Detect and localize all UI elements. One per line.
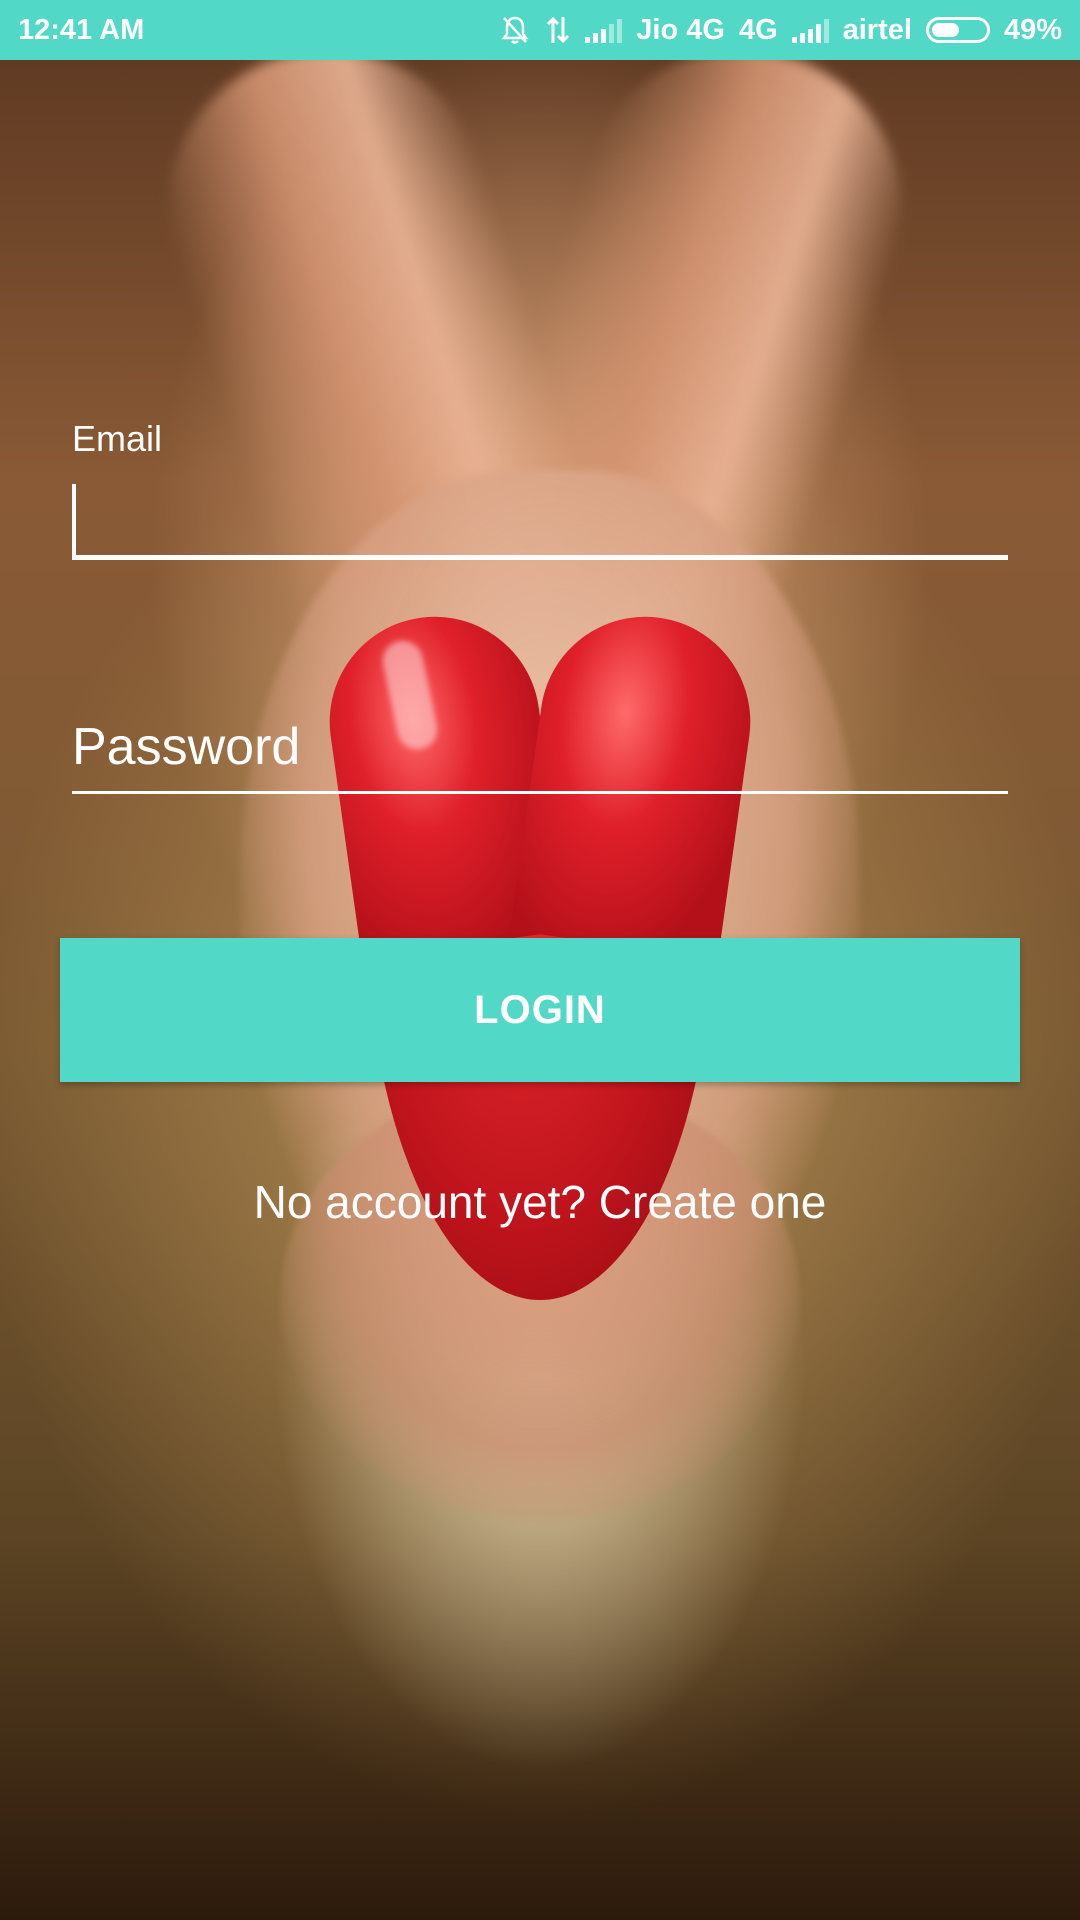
signal-icon — [585, 17, 623, 43]
email-field[interactable] — [72, 480, 1008, 560]
signal-icon — [791, 17, 829, 43]
status-icons: Jio 4G 4G airtel 49% — [499, 14, 1062, 47]
bell-off-icon — [499, 14, 531, 46]
network-type: 4G — [738, 13, 778, 46]
battery-percent: 49% — [1003, 13, 1062, 46]
carrier-1: Jio 4G — [636, 13, 725, 46]
battery-icon — [925, 17, 990, 43]
password-field[interactable] — [72, 710, 1008, 794]
create-account-link[interactable]: No account yet? Create one — [0, 1175, 1080, 1229]
login-form: Email LOGIN No account yet? Create one — [0, 0, 1080, 1920]
status-time: 12:41 AM — [18, 13, 145, 46]
login-button[interactable]: LOGIN — [60, 938, 1020, 1082]
status-bar: 12:41 AM Jio 4G 4G airtel 49% — [0, 0, 1080, 60]
carrier-2: airtel — [842, 13, 912, 46]
email-label: Email — [72, 418, 163, 459]
text-cursor — [72, 484, 76, 556]
data-arrows-icon — [545, 15, 571, 45]
